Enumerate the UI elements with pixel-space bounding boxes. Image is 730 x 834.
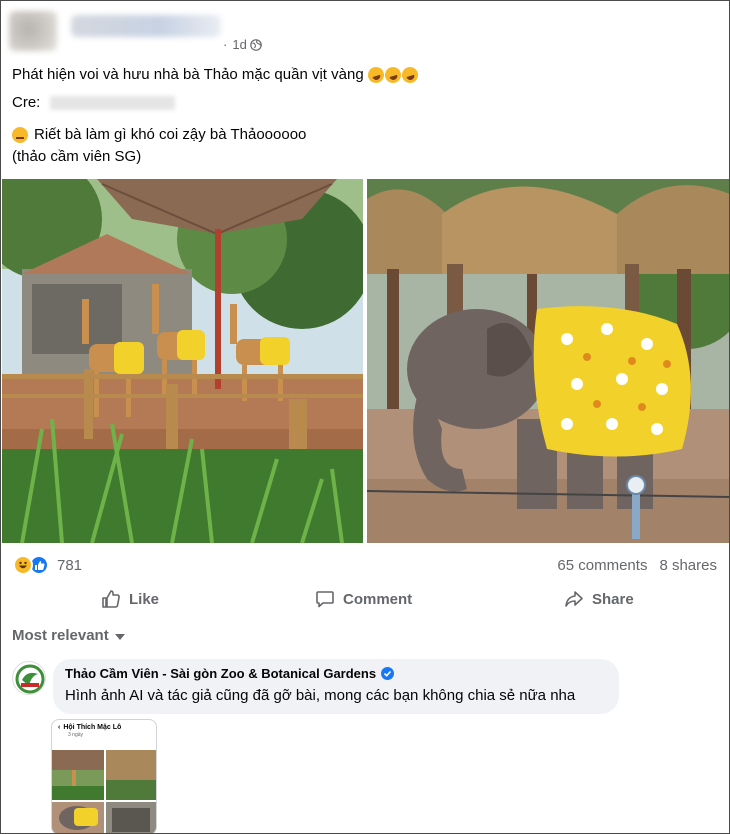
post-line-3: Riết bà làm gì khó coi zậy bà Thảoooooo — [34, 126, 307, 143]
comment-button[interactable]: Comment — [315, 589, 412, 609]
comment-author[interactable]: Thảo Cầm Viên - Sài gòn Zoo & Botanical … — [65, 666, 376, 681]
author-avatar-blurred[interactable] — [9, 11, 57, 51]
comment-sort-label: Most relevant — [12, 627, 109, 644]
attachment-subtitle: 3 ngày — [68, 732, 84, 738]
zoo-logo-icon — [15, 664, 45, 694]
post-line-4: (thảo cầm viên SG) — [12, 148, 142, 165]
share-button[interactable]: Share — [564, 589, 634, 609]
comments-count-link[interactable]: 65 comments — [557, 557, 647, 574]
credit-blurred — [50, 96, 176, 110]
comment-icon — [316, 591, 334, 608]
facebook-post: · 1d Phát hiện voi và hưu nhà bà Thảo mặ… — [0, 0, 730, 834]
post-line-1: Phát hiện voi và hưu nhà bà Thảo mặc quầ… — [12, 66, 364, 83]
rofl-emoji-icon — [399, 64, 420, 86]
back-arrow-icon: ‹ — [58, 724, 61, 731]
elephant-image — [367, 179, 729, 543]
giraffe-image — [2, 179, 363, 543]
post-time-text: 1d — [232, 37, 247, 52]
attachment-title: Hội Thích Mặc Lô — [63, 724, 122, 731]
like-label: Like — [129, 590, 160, 608]
globe-icon — [250, 38, 262, 51]
post-actions: Like Comment Share — [1, 583, 729, 617]
comment-bubble: Thảo Cầm Viên - Sài gòn Zoo & Botanical … — [53, 659, 619, 714]
credit-label: Cre: — [12, 94, 41, 111]
verified-badge-icon — [381, 667, 395, 680]
attachment-thumbnail — [52, 750, 156, 833]
author-name-blurred[interactable] — [71, 15, 221, 37]
unamused-emoji-icon — [12, 127, 28, 143]
photo-giraffes[interactable] — [2, 179, 363, 543]
laughing-emojis — [365, 64, 420, 86]
comment-text: Hình ảnh AI và tác giả cũng đã gỡ bài, m… — [65, 687, 576, 704]
like-button[interactable]: Like — [101, 589, 159, 609]
share-label: Share — [592, 590, 634, 608]
reaction-count: 781 — [57, 556, 83, 574]
post-stats: 65 comments 8 shares — [557, 557, 717, 574]
comment-label: Comment — [343, 590, 413, 608]
comment-attachment-image[interactable]: ‹ Hội Thích Mặc Lô 3 ngày — [51, 719, 157, 833]
shares-count-link[interactable]: 8 shares — [659, 557, 717, 574]
post-header: · 1d — [9, 7, 429, 53]
commenter-avatar[interactable] — [12, 661, 46, 695]
rofl-emoji-icon — [365, 64, 386, 86]
comment-sort-dropdown[interactable]: Most relevant — [12, 627, 125, 644]
chevron-down-icon — [114, 633, 125, 640]
reaction-summary[interactable]: 781 — [13, 555, 82, 575]
share-icon — [565, 591, 583, 607]
thumbs-up-icon — [102, 590, 120, 608]
laugh-reaction-icon — [13, 555, 33, 575]
rofl-emoji-icon — [382, 64, 403, 86]
photo-elephant[interactable] — [367, 179, 729, 543]
post-timestamp[interactable]: · 1d — [223, 37, 262, 52]
